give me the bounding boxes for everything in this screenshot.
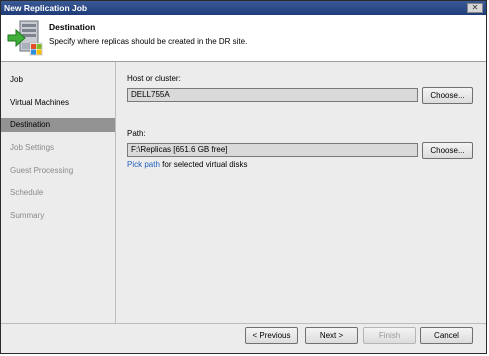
next-button[interactable]: Next > (305, 327, 358, 344)
close-icon: ✕ (471, 3, 479, 12)
step-title: Destination (49, 22, 96, 32)
wizard-steps-sidebar: Job Virtual Machines Destination Job Set… (1, 62, 116, 323)
sidebar-item-job[interactable]: Job (1, 73, 115, 87)
host-choose-button[interactable]: Choose... (422, 87, 473, 104)
pick-path-line: Pick path for selected virtual disks (127, 160, 248, 169)
pick-path-link[interactable]: Pick path (127, 160, 160, 169)
footer-divider (1, 323, 486, 324)
close-button[interactable]: ✕ (467, 3, 483, 13)
sidebar-item-virtual-machines[interactable]: Virtual Machines (1, 96, 115, 110)
host-label: Host or cluster: (127, 74, 181, 83)
server-replication-icon (7, 20, 43, 56)
sidebar-item-summary: Summary (10, 211, 45, 220)
sidebar-item-guest-processing: Guest Processing (10, 166, 74, 175)
wizard-window: New Replication Job ✕ Destination Specif… (0, 0, 487, 354)
path-label: Path: (127, 129, 146, 138)
finish-button: Finish (363, 327, 416, 344)
title-bar: New Replication Job ✕ (1, 1, 486, 15)
wizard-header: Destination Specify where replicas shoul… (1, 15, 486, 62)
window-title: New Replication Job (4, 3, 88, 13)
pick-path-suffix: for selected virtual disks (162, 160, 248, 169)
sidebar-item-destination[interactable]: Destination (1, 118, 115, 132)
path-field[interactable]: F:\Replicas [651.6 GB free] (127, 143, 418, 157)
main-panel: Host or cluster: DELL755A Choose... Path… (116, 62, 486, 323)
previous-button[interactable]: < Previous (245, 327, 298, 344)
sidebar-item-schedule: Schedule (10, 188, 44, 197)
sidebar-item-job-settings: Job Settings (10, 143, 55, 152)
step-description: Specify where replicas should be created… (49, 37, 248, 46)
cancel-button[interactable]: Cancel (420, 327, 473, 344)
path-choose-button[interactable]: Choose... (422, 142, 473, 159)
host-field[interactable]: DELL755A (127, 88, 418, 102)
